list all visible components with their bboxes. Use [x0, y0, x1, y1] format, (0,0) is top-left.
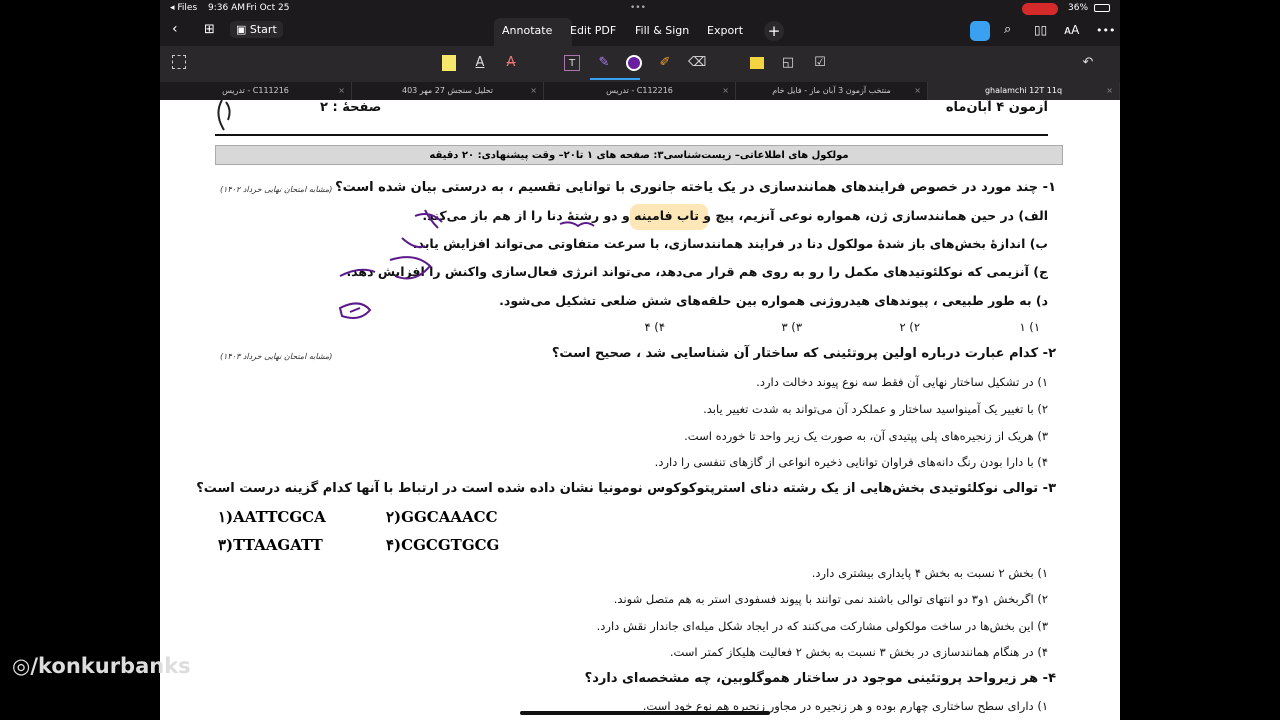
- text-size-icon[interactable]: ᴀA: [1064, 23, 1079, 37]
- multitask-dots[interactable]: •••: [630, 3, 646, 13]
- divider: [215, 134, 1048, 136]
- text-box-icon[interactable]: T: [564, 55, 580, 71]
- q2-note: (مشابه امتحان نهایی خرداد ۱۴۰۳): [220, 352, 333, 361]
- add-tool-button[interactable]: +: [764, 21, 784, 41]
- ai-assistant-icon[interactable]: [970, 21, 990, 41]
- pdf-page[interactable]: آزمون ۴ آبان‌ماه صفحهٔ : ۲ مولکول های اط…: [160, 100, 1120, 720]
- handwritten-annotations: [338, 209, 595, 319]
- stamp-icon[interactable]: ☑: [812, 55, 828, 71]
- time: 9:36 AM: [208, 3, 245, 13]
- tab-edit-pdf[interactable]: Edit PDF: [570, 24, 616, 37]
- start-button[interactable]: ▣ Start: [230, 21, 283, 38]
- tab-export[interactable]: Export: [707, 24, 743, 37]
- present-icon: ▣: [236, 23, 250, 36]
- tab-annotate[interactable]: Annotate: [502, 24, 552, 37]
- doc-tab[interactable]: تدریس - C112216 ×: [544, 82, 736, 100]
- exam-title: آزمون ۴ آبان‌ماه: [945, 100, 1048, 115]
- battery-icon: [1094, 4, 1110, 12]
- close-icon[interactable]: ×: [1106, 82, 1113, 100]
- grid-icon[interactable]: ⊞: [204, 22, 215, 37]
- pen-icon[interactable]: ✎: [596, 55, 612, 71]
- marker-icon[interactable]: ✐: [657, 55, 673, 71]
- doc-tab-label: تحلیل سنجش 27 مهر 403: [401, 86, 494, 95]
- search-icon[interactable]: ⌕: [1004, 22, 1011, 37]
- q3-option: ۴) در هنگام همانندسازی در بخش ۳ نسبت به …: [669, 645, 1048, 659]
- doc-tab-active[interactable]: ghalamchi 12T 11q ×: [928, 82, 1120, 100]
- back-to-files[interactable]: ◂ Files: [170, 3, 197, 13]
- watermark-text: /konkurbanks: [30, 654, 191, 678]
- watermark: ◎/konkurbanks: [12, 654, 191, 678]
- close-icon[interactable]: ×: [338, 82, 345, 100]
- section-header: مولکول های اطلاعاتی– زیست‌شناسی۳: صفحه ه…: [215, 145, 1063, 165]
- comment-icon[interactable]: [750, 57, 764, 69]
- q3-text: ۳- توالی نوکلئوتیدی بخش‌هایی از یک رشته …: [196, 481, 1056, 496]
- main-toolbar: ‹ ⊞ ▣ Start Annotate Edit PDF Fill & Sig…: [160, 18, 1120, 46]
- reader-icon[interactable]: ▯▯: [1034, 23, 1047, 37]
- close-icon[interactable]: ×: [530, 82, 537, 100]
- sequence: ۴)CGCGTGCG: [386, 536, 500, 554]
- highlighter-icon[interactable]: [442, 55, 456, 71]
- q3-option: ۲) اگربخش ۱و۳ دو انتهای توالی باشند نمی …: [613, 592, 1048, 606]
- active-tool-underline: [590, 78, 640, 80]
- home-indicator[interactable]: [520, 711, 770, 715]
- tab-fill-sign[interactable]: Fill & Sign: [635, 24, 689, 37]
- close-icon[interactable]: ×: [914, 82, 921, 100]
- doc-tab-label: منتخب آزمون 3 آبان ماز - فایل خام: [772, 86, 891, 95]
- doc-tab-label: تدریس - C112216: [606, 86, 673, 95]
- page-number: صفحهٔ : ۲: [320, 100, 382, 115]
- back-chevron-icon[interactable]: ‹: [172, 21, 178, 37]
- shapes-icon[interactable]: ◱: [780, 55, 796, 71]
- doc-tab-label: تدریس - C111216: [222, 86, 289, 95]
- more-icon[interactable]: •••: [1096, 24, 1115, 37]
- annotation-toolbar: A A T ✎ ✐ ⌫ ◱ ☑ ↶: [160, 46, 1120, 82]
- recording-indicator[interactable]: [1022, 3, 1058, 15]
- doc-tab[interactable]: تدریس - C111216 ×: [160, 82, 352, 100]
- pdf-app: ◂ Files 9:36 AM Fri Oct 25 ••• 36% ‹ ⊞ ▣…: [160, 0, 1120, 720]
- doc-tab[interactable]: تحلیل سنجش 27 مهر 403 ×: [352, 82, 544, 100]
- sequence: ۲)GGCAAACC: [386, 508, 498, 526]
- eraser-icon[interactable]: ⌫: [688, 55, 706, 71]
- q2-text: ۲- کدام عبارت درباره اولین پروتئینی که س…: [551, 346, 1056, 361]
- start-label: Start: [249, 23, 277, 36]
- doc-tab-label: ghalamchi 12T 11q: [984, 86, 1063, 95]
- q2-option: ۱) در تشکیل ساختار نهایی آن فقط سه نوع پ…: [756, 375, 1048, 389]
- pen-color-icon[interactable]: [626, 55, 642, 71]
- doc-tab[interactable]: منتخب آزمون 3 آبان ماز - فایل خام ×: [736, 82, 928, 100]
- status-bar: ◂ Files 9:36 AM Fri Oct 25 ••• 36%: [160, 0, 1120, 18]
- select-icon[interactable]: [172, 55, 186, 69]
- logo-icon: [217, 100, 231, 131]
- instagram-icon: ◎: [12, 654, 31, 678]
- sequence: ۱)AATTCGCA: [218, 508, 326, 526]
- document-tabs: تدریس - C111216 × تحلیل سنجش 27 مهر 403 × …: [160, 82, 1120, 100]
- undo-icon[interactable]: ↶: [1080, 55, 1096, 71]
- q3-option: ۳) این بخش‌ها در ساخت مولکولی مشارکت می‌…: [596, 619, 1048, 633]
- q2-option: ۲) با تغییر یک آمینواسید ساختار و عملکرد…: [703, 402, 1048, 416]
- battery-percent: 36%: [1068, 3, 1089, 13]
- q3-option: ۱) بخش ۲ نسبت به بخش ۴ پایداری بیشتری دا…: [811, 566, 1048, 580]
- date: Fri Oct 25: [246, 3, 290, 13]
- close-icon[interactable]: ×: [722, 82, 729, 100]
- q1-note: (مشابه امتحان نهایی خرداد ۱۴۰۲): [220, 185, 333, 194]
- q1-choice: ۱) ۱: [1019, 320, 1040, 334]
- q2-option: ۳) هریک از زنجیره‌های پلی پپتیدی آن، به …: [684, 429, 1048, 443]
- strikethrough-icon[interactable]: A: [503, 55, 519, 71]
- q4-text: ۴- هر زیرواحد پروتئینی موجود در ساختار ه…: [584, 671, 1056, 686]
- q2-option: ۴) با دارا بودن رنگ دانه‌های فراوان توان…: [654, 455, 1048, 469]
- sequence: ۳)TTAAGATT: [218, 536, 323, 554]
- q1-text: ۱- چند مورد در خصوص فرایندهای همانندسازی…: [335, 180, 1056, 195]
- underline-text-icon[interactable]: A: [472, 55, 488, 71]
